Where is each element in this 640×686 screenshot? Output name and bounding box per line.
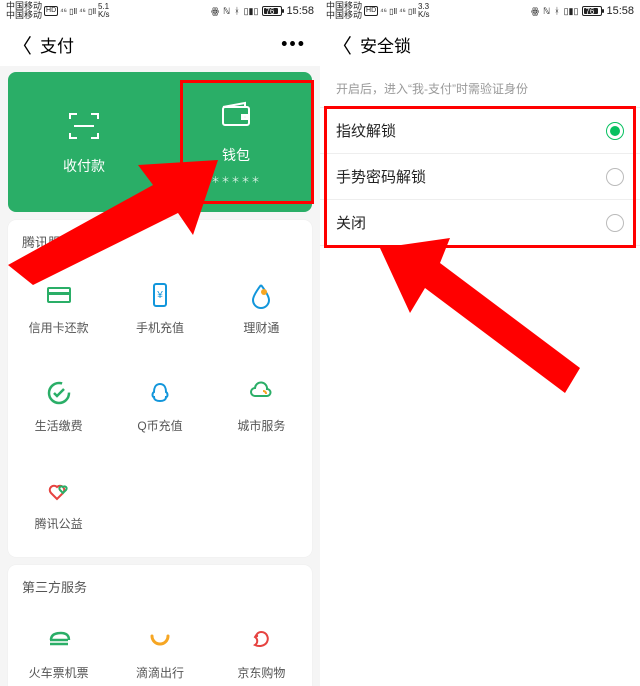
service-label: 理财通 xyxy=(243,319,279,336)
hero-pay[interactable]: 收付款 xyxy=(8,72,160,212)
carrier-label: 中国移动 xyxy=(326,11,362,20)
service-bills[interactable]: 生活缴费 xyxy=(8,357,109,455)
hint-text: 开启后，进入“我-支付”时需验证身份 xyxy=(320,66,640,107)
hero-pay-label: 收付款 xyxy=(63,156,105,176)
section-title: 第三方服务 xyxy=(8,565,312,604)
hero-wallet[interactable]: 钱包 ＊＊＊＊＊ xyxy=(160,72,312,212)
cloud-leaf-icon xyxy=(247,379,275,407)
nfc-icon: ℕ xyxy=(543,6,550,17)
back-icon[interactable]: 〈 xyxy=(12,30,32,59)
service-label: 腾讯公益 xyxy=(35,515,83,532)
service-credit-card[interactable]: 信用卡还款 xyxy=(8,259,109,357)
hd-badge: HD xyxy=(44,6,58,16)
hero-card: 收付款 钱包 ＊＊＊＊＊ xyxy=(8,72,312,212)
bt-icon: ᚼ xyxy=(554,6,559,16)
service-label: 手机充值 xyxy=(136,319,184,336)
service-city[interactable]: 城市服务 xyxy=(211,357,312,455)
signal-icon: ⁴⁶ ▯ll xyxy=(380,7,397,16)
clock-label: 15:58 xyxy=(606,5,634,17)
vibrate-icon: ▯▮▯ xyxy=(564,6,579,17)
third-label: 滴滴出行 xyxy=(136,664,184,681)
hearts-icon xyxy=(45,477,73,505)
service-label: 生活缴费 xyxy=(35,417,83,434)
service-label: 信用卡还款 xyxy=(29,319,89,336)
carrier-label: 中国移动 xyxy=(6,11,42,20)
page-title: 支付 xyxy=(40,32,74,57)
phone-pay: 中国移动 中国移动 HD ⁴⁶ ▯ll ⁴⁶ ▯ll 5.1 K/s ꙮ ℕ ᚼ… xyxy=(0,0,320,686)
jd-icon xyxy=(247,626,275,654)
section-title: 腾讯服务 xyxy=(8,220,312,259)
bt-icon: ᚼ xyxy=(234,6,239,16)
net-speed: 3.3 K/s xyxy=(418,3,430,19)
phone-yen-icon: ¥ xyxy=(146,281,174,309)
scan-icon xyxy=(67,109,101,148)
service-licaitong[interactable]: 理财通 xyxy=(211,259,312,357)
battery-icon: 76 xyxy=(582,6,602,16)
third-party-card: 第三方服务 火车票机票 滴滴出行 京东购物 xyxy=(8,565,312,686)
annotation-box xyxy=(324,106,636,248)
option-list: 指纹解锁 手势密码解锁 关闭 xyxy=(320,107,640,246)
third-label: 火车票机票 xyxy=(29,664,89,681)
nfc-icon: ℕ xyxy=(223,6,230,17)
service-qcoin[interactable]: Q币充值 xyxy=(109,357,210,455)
signal-icon: ⁴⁶ ▯ll xyxy=(79,7,96,16)
services-card: 腾讯服务 信用卡还款 ¥ 手机充值 理财通 xyxy=(8,220,312,557)
signal-icon: ⁴⁶ ▯ll xyxy=(399,7,416,16)
eye-icon: ꙮ xyxy=(531,6,539,17)
service-label: Q币充值 xyxy=(137,417,182,434)
service-topup[interactable]: ¥ 手机充值 xyxy=(109,259,210,357)
svg-text:¥: ¥ xyxy=(156,290,163,301)
net-speed: 5.1 K/s xyxy=(98,3,110,19)
more-icon[interactable]: ••• xyxy=(281,34,306,55)
third-train[interactable]: 火车票机票 xyxy=(8,604,109,686)
vibrate-icon: ▯▮▯ xyxy=(244,6,259,17)
didi-icon xyxy=(146,626,174,654)
back-icon[interactable]: 〈 xyxy=(332,30,352,59)
train-icon xyxy=(45,626,73,654)
penguin-icon xyxy=(146,379,174,407)
third-jd[interactable]: 京东购物 xyxy=(211,604,312,686)
third-label: 京东购物 xyxy=(237,664,285,681)
signal-icon: ⁴⁶ ▯ll xyxy=(60,7,77,16)
service-label: 城市服务 xyxy=(237,417,285,434)
battery-icon: 76 xyxy=(262,6,282,16)
status-bar: 中国移动 中国移动 HD ⁴⁶ ▯ll ⁴⁶ ▯ll 3.3 K/s ꙮ ℕ ᚼ… xyxy=(320,0,640,22)
eye-icon: ꙮ xyxy=(211,6,219,17)
third-didi[interactable]: 滴滴出行 xyxy=(109,604,210,686)
hd-badge: HD xyxy=(364,6,378,16)
navbar: 〈 安全锁 xyxy=(320,22,640,66)
annotation-arrow xyxy=(330,238,580,398)
page-title: 安全锁 xyxy=(360,32,411,57)
drop-icon xyxy=(247,281,275,309)
phone-lock: 中国移动 中国移动 HD ⁴⁶ ▯ll ⁴⁶ ▯ll 3.3 K/s ꙮ ℕ ᚼ… xyxy=(320,0,640,686)
navbar: 〈 支付 ••• xyxy=(0,22,320,66)
clock-label: 15:58 xyxy=(286,5,314,17)
status-bar: 中国移动 中国移动 HD ⁴⁶ ▯ll ⁴⁶ ▯ll 5.1 K/s ꙮ ℕ ᚼ… xyxy=(0,0,320,22)
service-charity[interactable]: 腾讯公益 xyxy=(8,455,109,553)
card-icon xyxy=(45,281,73,309)
annotation-box xyxy=(180,80,314,204)
check-circle-icon xyxy=(45,379,73,407)
